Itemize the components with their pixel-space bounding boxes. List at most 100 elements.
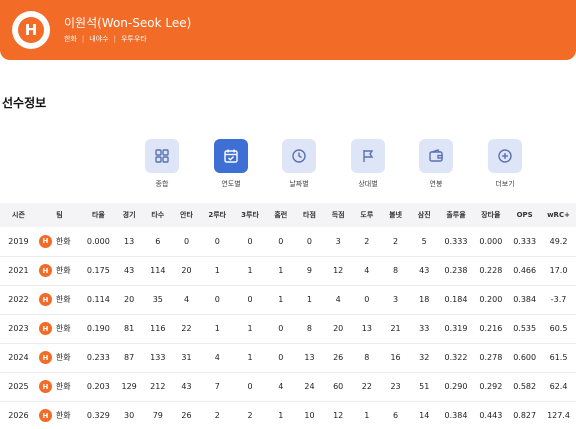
stat-cell: 0.233 (86, 353, 110, 362)
season-cell: 2021 (8, 266, 29, 275)
table-row: 2019 H 한화 0.000 13 6 0 0 0 0 0 3 2 2 5 0.333 0.000 0.333 4… (0, 227, 576, 256)
column-header[interactable]: 장타율 (473, 203, 508, 227)
team-name: 한화 (55, 295, 71, 304)
tab-overview[interactable]: 종합 (134, 139, 190, 189)
team-cell: H 한화 (37, 256, 82, 285)
stat-cell: 4 (364, 266, 370, 275)
stat-cell: 0 (278, 236, 284, 246)
stat-cell: 12 (333, 411, 344, 420)
stat-cell: 0.333 (444, 236, 468, 246)
stat-cell: 2 (364, 236, 370, 246)
team-logo: H (12, 11, 50, 49)
stat-cell: 79 (152, 411, 163, 420)
stat-cell: 1 (278, 295, 284, 304)
stat-cell: 0 (278, 324, 284, 333)
stat-cell: 22 (181, 324, 192, 333)
stat-cell: 116 (150, 324, 166, 333)
tab-label: 더보기 (495, 180, 515, 188)
stat-cell: 0 (364, 295, 370, 304)
column-header[interactable]: 경기 (115, 203, 144, 227)
column-header[interactable]: 출루율 (439, 203, 474, 227)
stat-cell: 1 (247, 353, 253, 362)
table-row: 2024 H 한화 0.233 87 133 31 4 1 0 13 26 8 16 32 0.322 0.27… (0, 343, 576, 372)
stat-cell: 0.329 (86, 411, 110, 420)
stat-cell: 8 (392, 266, 399, 275)
column-header[interactable]: 2루타 (201, 203, 234, 227)
stat-cell: 0.827 (513, 411, 537, 420)
team-name: 한화 (55, 353, 71, 362)
stat-cell: 114 (150, 266, 166, 275)
stat-cell: 0 (306, 236, 313, 246)
stat-tabs: 종합 연도별 날짜별 상대별 연봉 더보기 (0, 139, 576, 189)
team-cell: H 한화 (37, 314, 82, 343)
column-header[interactable]: wRC+ (541, 203, 576, 227)
stat-cell: 31 (181, 353, 192, 362)
column-header[interactable]: 팀 (37, 203, 82, 227)
stat-cell: 24 (304, 382, 315, 391)
stat-cell: 0.384 (444, 411, 468, 420)
column-header[interactable]: 3루타 (234, 203, 267, 227)
tab-by-date[interactable]: 날짜별 (271, 139, 327, 189)
tab-salary[interactable]: 연봉 (408, 139, 464, 189)
stat-cell: 0 (183, 236, 190, 246)
stat-cell: 6 (392, 411, 399, 420)
stat-cell: -3.7 (550, 295, 567, 304)
team-logo-icon: H (38, 409, 52, 422)
stat-cell: 0 (214, 236, 220, 246)
stat-cell: 30 (124, 411, 135, 420)
stat-cell: 8 (364, 353, 370, 362)
stat-cell: 0.238 (444, 266, 468, 275)
stat-cell: 3 (392, 295, 399, 304)
column-header[interactable]: 타율 (82, 203, 115, 227)
tab-icon-box (282, 139, 316, 173)
column-header[interactable]: 볼넷 (381, 203, 410, 227)
stat-cell: 18 (419, 295, 430, 304)
stat-cell: 0.114 (86, 295, 110, 304)
column-header[interactable]: 시즌 (0, 203, 37, 227)
tab-by-year[interactable]: 연도별 (203, 139, 259, 189)
season-cell: 2026 (8, 411, 29, 420)
column-header[interactable]: 삼진 (410, 203, 439, 227)
column-header[interactable]: 득점 (324, 203, 353, 227)
player-header: H 이원석(Won-Seok Lee) 한화 | 내야수 | 우투우타 (0, 0, 576, 60)
player-meta: 한화 | 내야수 | 우투우타 (64, 34, 147, 44)
stat-cell: 22 (361, 382, 372, 391)
stat-cell: 9 (306, 266, 313, 275)
player-name: 이원석(Won-Seok Lee) (64, 16, 192, 30)
tab-icon-box (214, 139, 248, 173)
stat-cell: 0.466 (513, 266, 537, 275)
stat-cell: 0.333 (513, 236, 537, 246)
stat-cell: 62.4 (549, 382, 568, 391)
stat-cell: 2 (214, 411, 220, 420)
team-name: 한화 (55, 236, 71, 246)
tab-by-opponent[interactable]: 상대별 (340, 139, 396, 189)
stat-cell: 0.535 (513, 324, 537, 333)
stat-cell: 1 (278, 266, 284, 275)
column-header[interactable]: 안타 (172, 203, 201, 227)
season-cell: 2023 (8, 324, 29, 333)
tab-more[interactable]: 더보기 (477, 139, 533, 189)
table-row: 2025 H 한화 0.203 129 212 43 7 0 4 24 60 22 23 51 0.290 0.… (0, 372, 576, 401)
column-header[interactable]: OPS (508, 203, 541, 227)
season-cell: 2025 (8, 382, 29, 391)
tab-label: 상대별 (358, 180, 378, 188)
column-header[interactable]: 타점 (295, 203, 324, 227)
team-cell: H 한화 (37, 372, 82, 401)
flag-icon (363, 150, 374, 162)
stat-cell: 20 (333, 324, 344, 333)
column-header[interactable]: 타수 (143, 203, 172, 227)
stat-cell: 35 (152, 295, 163, 304)
column-header[interactable]: 홈런 (266, 203, 295, 227)
stat-cell: 0.319 (444, 324, 468, 333)
calendar-check-icon (224, 149, 238, 163)
stat-cell: 43 (419, 266, 430, 275)
stat-cell: 0.200 (479, 295, 503, 304)
stat-cell: 127.4 (547, 411, 570, 420)
column-header[interactable]: 도루 (353, 203, 382, 227)
team-cell: H 한화 (37, 285, 82, 314)
tab-icon-box (419, 139, 453, 173)
stat-cell: 1 (214, 324, 220, 333)
stat-cell: 0.278 (479, 353, 503, 362)
plus-circle-icon (498, 149, 512, 163)
stat-cell: 4 (214, 353, 220, 362)
